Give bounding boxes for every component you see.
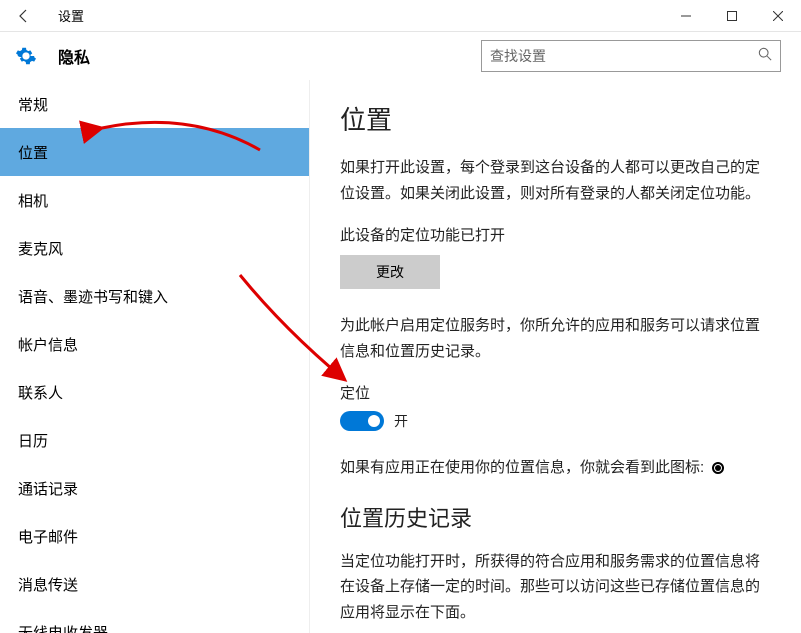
header: 隐私 [0,32,801,80]
gear-icon [14,44,38,68]
change-button[interactable]: 更改 [340,255,440,289]
sidebar-item[interactable]: 麦克风 [0,224,309,272]
sidebar-item[interactable]: 联系人 [0,368,309,416]
search-box[interactable] [481,40,781,72]
sidebar-item[interactable]: 语音、墨迹书写和键入 [0,272,309,320]
sidebar-item[interactable]: 常规 [0,80,309,128]
toggle-label: 定位 [340,382,771,403]
page-title: 隐私 [58,44,481,68]
search-input[interactable] [490,48,758,64]
location-toggle[interactable] [340,411,384,431]
intro-text: 如果打开此设置，每个登录到这台设备的人都可以更改自己的定位设置。如果关闭此设置，… [340,155,771,206]
close-button[interactable] [755,0,801,32]
sidebar-item[interactable]: 电子邮件 [0,512,309,560]
window-controls [663,0,801,32]
minimize-button[interactable] [663,0,709,32]
sidebar-item[interactable]: 无线电收发器 [0,608,309,633]
sidebar: 常规位置相机麦克风语音、墨迹书写和键入帐户信息联系人日历通话记录电子邮件消息传送… [0,80,310,633]
search-icon [758,47,772,66]
sidebar-item[interactable]: 位置 [0,128,309,176]
window-title: 设置 [48,6,663,25]
toggle-state: 开 [394,411,408,431]
sidebar-item[interactable]: 相机 [0,176,309,224]
history-text: 当定位功能打开时，所获得的符合应用和服务需求的位置信息将在设备上存储一定的时间。… [340,549,771,626]
maximize-button[interactable] [709,0,755,32]
titlebar: 设置 [0,0,801,32]
sidebar-item[interactable]: 通话记录 [0,464,309,512]
location-indicator-icon [712,462,724,474]
sidebar-item[interactable]: 消息传送 [0,560,309,608]
history-heading: 位置历史记录 [340,501,771,533]
sidebar-item[interactable]: 日历 [0,416,309,464]
back-button[interactable] [0,0,48,32]
content-heading: 位置 [340,100,771,137]
account-desc: 为此帐户启用定位服务时，你所允许的应用和服务可以请求位置信息和位置历史记录。 [340,313,771,364]
content-pane: 位置 如果打开此设置，每个登录到这台设备的人都可以更改自己的定位设置。如果关闭此… [310,80,801,633]
device-status: 此设备的定位功能已打开 [340,224,771,245]
sidebar-item[interactable]: 帐户信息 [0,320,309,368]
usage-text: 如果有应用正在使用你的位置信息，你就会看到此图标: [340,455,771,481]
